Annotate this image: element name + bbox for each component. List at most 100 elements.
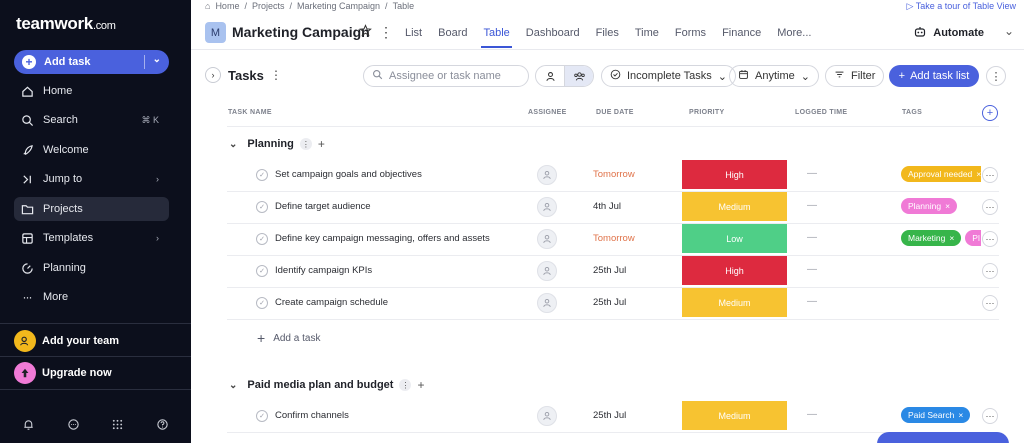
checkbox-icon[interactable]: ✓ — [256, 265, 268, 277]
chevron-down-icon[interactable]: ⌄ — [229, 139, 237, 150]
task-name[interactable]: Create campaign schedule — [275, 297, 388, 308]
tab-files[interactable]: Files — [588, 22, 627, 48]
tag-badge[interactable]: Pl× — [965, 230, 981, 246]
due-date[interactable]: 25th Jul — [593, 297, 626, 308]
checkbox-icon[interactable]: ✓ — [256, 297, 268, 309]
breadcrumb-home[interactable]: Home — [215, 1, 239, 11]
column-header-logged-time[interactable]: LOGGED TIME — [795, 109, 847, 116]
tab-more[interactable]: More... — [769, 22, 819, 48]
assignee-avatar-icon[interactable] — [537, 406, 557, 426]
help-icon[interactable] — [156, 418, 169, 434]
sidebar-item-search[interactable]: Search ⌘ K — [14, 108, 169, 132]
priority-cell[interactable]: High — [682, 256, 787, 285]
row-more-icon[interactable]: ··· — [982, 231, 998, 247]
plus-icon[interactable]: + — [417, 378, 424, 392]
close-icon[interactable]: × — [976, 169, 981, 179]
priority-cell[interactable]: Medium — [682, 401, 787, 430]
search-field[interactable] — [363, 65, 529, 87]
add-your-team-button[interactable]: Add your team — [14, 329, 174, 353]
more-options-icon[interactable]: ⋮ — [986, 66, 1006, 86]
table-row[interactable]: ✓ Create campaign schedule 25th Jul Medium —… — [227, 287, 999, 319]
close-icon[interactable]: × — [949, 233, 954, 243]
row-more-icon[interactable]: ··· — [982, 408, 998, 424]
chevron-down-icon[interactable]: ⌄ — [153, 54, 161, 65]
tab-time[interactable]: Time — [627, 22, 667, 48]
priority-cell[interactable]: Medium — [682, 288, 787, 317]
sidebar-item-jump-to[interactable]: Jump to › — [14, 167, 169, 191]
project-menu-icon[interactable]: ⋮ — [379, 24, 393, 41]
due-date[interactable]: 25th Jul — [593, 410, 626, 421]
sidebar-item-more[interactable]: ··· More — [14, 285, 169, 309]
task-name[interactable]: Confirm channels — [275, 410, 349, 421]
group-users-icon[interactable] — [564, 66, 593, 86]
table-row[interactable]: ✓ Identify campaign KPIs 25th Jul High — ··· — [227, 255, 999, 287]
tab-list[interactable]: List — [397, 22, 430, 48]
tab-table[interactable]: Table — [475, 22, 517, 48]
task-name[interactable]: Define key campaign messaging, offers an… — [275, 233, 490, 244]
assignee-avatar-icon[interactable] — [537, 197, 557, 217]
add-a-task-button[interactable]: + Add a task — [257, 330, 320, 346]
add-column-button[interactable]: + — [982, 105, 998, 121]
task-list-menu-icon[interactable]: ⋮ — [399, 379, 412, 391]
sidebar-item-planning[interactable]: Planning — [14, 256, 169, 280]
task-list-header-planning[interactable]: ⌄ Planning ⋮ + — [229, 137, 325, 151]
filter-button[interactable]: Filter — [825, 65, 885, 87]
table-row[interactable]: ✓ Confirm channels 25th Jul Medium — Paid Sea… — [227, 400, 999, 432]
checkbox-icon[interactable]: ✓ — [256, 233, 268, 245]
tab-finance[interactable]: Finance — [714, 22, 769, 48]
automate-button[interactable]: Automate — [905, 21, 994, 45]
breadcrumb-project[interactable]: Marketing Campaign — [297, 1, 380, 11]
sidebar-item-templates[interactable]: Templates › — [14, 226, 169, 250]
tab-forms[interactable]: Forms — [667, 22, 714, 48]
column-header-task-name[interactable]: TASK NAME — [228, 109, 272, 116]
sidebar-item-welcome[interactable]: Welcome — [14, 138, 169, 162]
close-icon[interactable]: × — [945, 201, 950, 211]
due-date[interactable]: 4th Jul — [593, 201, 621, 212]
column-header-priority[interactable]: PRIORITY — [689, 109, 724, 116]
tag-badge[interactable]: Marketing × — [901, 230, 962, 246]
apps-grid-icon[interactable] — [111, 418, 124, 434]
due-date[interactable]: Tomorrow — [593, 233, 635, 244]
assignee-avatar-icon[interactable] — [537, 261, 557, 281]
column-header-due-date[interactable]: DUE DATE — [596, 109, 634, 116]
checkbox-icon[interactable]: ✓ — [256, 201, 268, 213]
priority-cell[interactable]: High — [682, 160, 787, 189]
task-name[interactable]: Identify campaign KPIs — [275, 265, 372, 276]
table-row[interactable]: ✓ Define key campaign messaging, offers a… — [227, 223, 999, 255]
row-more-icon[interactable]: ··· — [982, 295, 998, 311]
due-date[interactable]: Tomorrow — [593, 169, 635, 180]
task-name[interactable]: Set campaign goals and objectives — [275, 169, 422, 180]
assignee-avatar-icon[interactable] — [537, 229, 557, 249]
tag-badge[interactable]: Approval needed × — [901, 166, 981, 182]
row-more-icon[interactable]: ··· — [982, 263, 998, 279]
tasks-menu-icon[interactable]: ⋮ — [270, 68, 282, 82]
tab-dashboard[interactable]: Dashboard — [518, 22, 588, 48]
single-user-icon[interactable] — [536, 66, 564, 86]
add-task-list-button[interactable]: + Add task list — [889, 65, 979, 87]
column-header-assignee[interactable]: ASSIGNEE — [528, 109, 567, 116]
upgrade-now-button[interactable]: Upgrade now — [14, 361, 174, 385]
task-list-menu-icon[interactable]: ⋮ — [299, 138, 312, 150]
sidebar-item-home[interactable]: Home — [14, 79, 169, 103]
priority-cell[interactable]: Low — [682, 224, 787, 253]
chat-icon[interactable] — [67, 418, 80, 434]
bell-icon[interactable] — [22, 418, 35, 434]
priority-cell[interactable]: Medium — [682, 192, 787, 221]
assignee-avatar-icon[interactable] — [537, 165, 557, 185]
checkbox-icon[interactable]: ✓ — [256, 169, 268, 181]
checkbox-icon[interactable]: ✓ — [256, 410, 268, 422]
assignee-avatar-icon[interactable] — [537, 293, 557, 313]
chevron-down-icon[interactable]: ⌄ — [1004, 24, 1014, 38]
row-more-icon[interactable]: ··· — [982, 199, 998, 215]
teamwork-logo[interactable]: teamwork.com — [16, 14, 116, 34]
floating-action-button[interactable] — [877, 432, 1009, 443]
breadcrumb-projects[interactable]: Projects — [252, 1, 285, 11]
table-row[interactable]: ✓ Define target audience 4th Jul Medium — Pla… — [227, 191, 999, 223]
search-input[interactable] — [389, 70, 519, 82]
row-more-icon[interactable]: ··· — [982, 167, 998, 183]
close-icon[interactable]: × — [958, 410, 963, 420]
task-list-header-paid-media[interactable]: ⌄ Paid media plan and budget ⋮ + — [229, 378, 424, 392]
due-date[interactable]: 25th Jul — [593, 265, 626, 276]
column-header-tags[interactable]: TAGS — [902, 109, 922, 116]
plus-icon[interactable]: + — [318, 137, 325, 151]
